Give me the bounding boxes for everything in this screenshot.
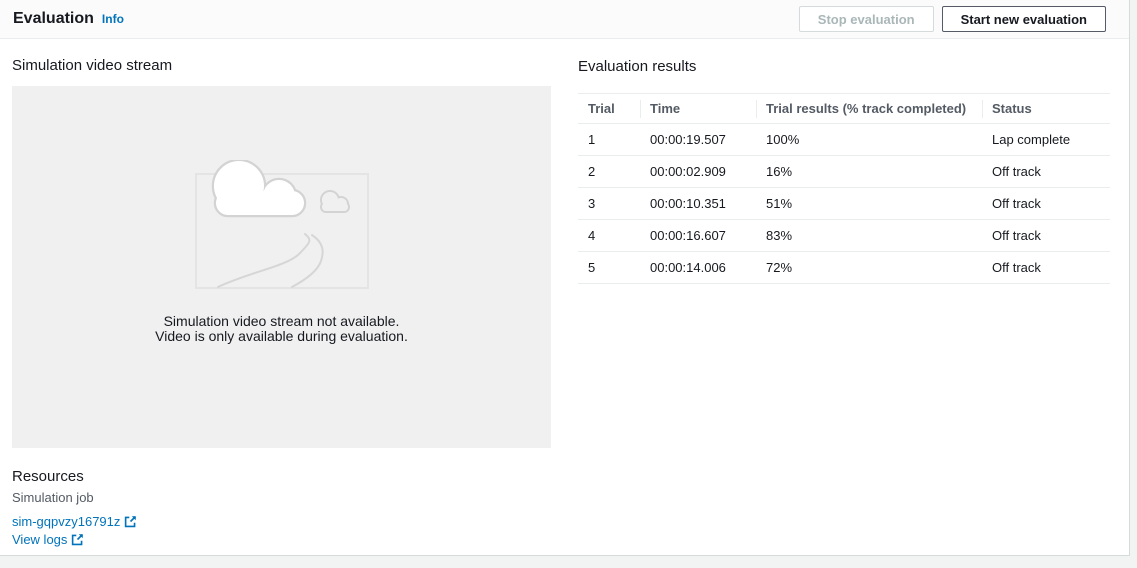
video-unavailable-line1: Simulation video stream not available.: [12, 314, 551, 329]
table-cell: 00:00:19.507: [640, 124, 756, 156]
table-cell: 3: [578, 188, 640, 220]
table-cell: 00:00:10.351: [640, 188, 756, 220]
table-cell: Off track: [982, 188, 1110, 220]
table-cell: 16%: [756, 156, 982, 188]
table-row: 300:00:10.35151%Off track: [578, 188, 1110, 220]
table-cell: 00:00:14.006: [640, 252, 756, 284]
video-unavailable-line2: Video is only available during evaluatio…: [12, 329, 551, 344]
column-header-trial: Trial: [578, 94, 640, 124]
simulation-job-label: Simulation job: [12, 490, 137, 505]
evaluation-results-heading: Evaluation results: [578, 58, 696, 75]
video-stream-panel: Simulation video stream not available. V…: [12, 86, 551, 448]
evaluation-results-table: Trial Time Trial results (% track comple…: [578, 93, 1110, 284]
no-video-illustration-icon: [195, 160, 375, 295]
start-new-evaluation-button[interactable]: Start new evaluation: [942, 6, 1106, 32]
resources-heading: Resources: [12, 468, 137, 485]
table-cell: 00:00:16.607: [640, 220, 756, 252]
table-cell: Off track: [982, 220, 1110, 252]
info-link[interactable]: Info: [102, 12, 124, 26]
table-cell: Off track: [982, 252, 1110, 284]
evaluation-card: Evaluation Info Stop evaluation Start ne…: [0, 0, 1130, 556]
table-row: 500:00:14.00672%Off track: [578, 252, 1110, 284]
table-cell: Off track: [982, 156, 1110, 188]
video-stream-heading: Simulation video stream: [12, 57, 172, 74]
column-header-time: Time: [640, 94, 756, 124]
title-wrap: Evaluation Info: [13, 10, 799, 28]
table-cell: 4: [578, 220, 640, 252]
card-header: Evaluation Info Stop evaluation Start ne…: [0, 0, 1129, 39]
simulation-job-link-text: sim-gqpvzy16791z: [12, 514, 120, 529]
table-cell: 51%: [756, 188, 982, 220]
table-row: 400:00:16.60783%Off track: [578, 220, 1110, 252]
resources-section: Resources Simulation job sim-gqpvzy16791…: [12, 468, 137, 547]
table-cell: 72%: [756, 252, 982, 284]
table-cell: 1: [578, 124, 640, 156]
table-cell: 5: [578, 252, 640, 284]
column-header-status: Status: [982, 94, 1110, 124]
view-logs-link-text: View logs: [12, 532, 67, 547]
table-cell: Lap complete: [982, 124, 1110, 156]
table-cell: 2: [578, 156, 640, 188]
page-title: Evaluation: [13, 10, 94, 28]
column-header-trial-results: Trial results (% track completed): [756, 94, 982, 124]
simulation-job-link[interactable]: sim-gqpvzy16791z: [12, 514, 137, 529]
video-unavailable-message: Simulation video stream not available. V…: [12, 314, 551, 344]
external-link-icon: [71, 533, 84, 546]
stop-evaluation-button[interactable]: Stop evaluation: [799, 6, 934, 32]
table-row: 100:00:19.507100%Lap complete: [578, 124, 1110, 156]
view-logs-link[interactable]: View logs: [12, 532, 137, 547]
results-table-body: 100:00:19.507100%Lap complete200:00:02.9…: [578, 124, 1110, 284]
table-header-row: Trial Time Trial results (% track comple…: [578, 94, 1110, 124]
table-cell: 100%: [756, 124, 982, 156]
table-cell: 00:00:02.909: [640, 156, 756, 188]
external-link-icon: [124, 515, 137, 528]
table-cell: 83%: [756, 220, 982, 252]
table-row: 200:00:02.90916%Off track: [578, 156, 1110, 188]
